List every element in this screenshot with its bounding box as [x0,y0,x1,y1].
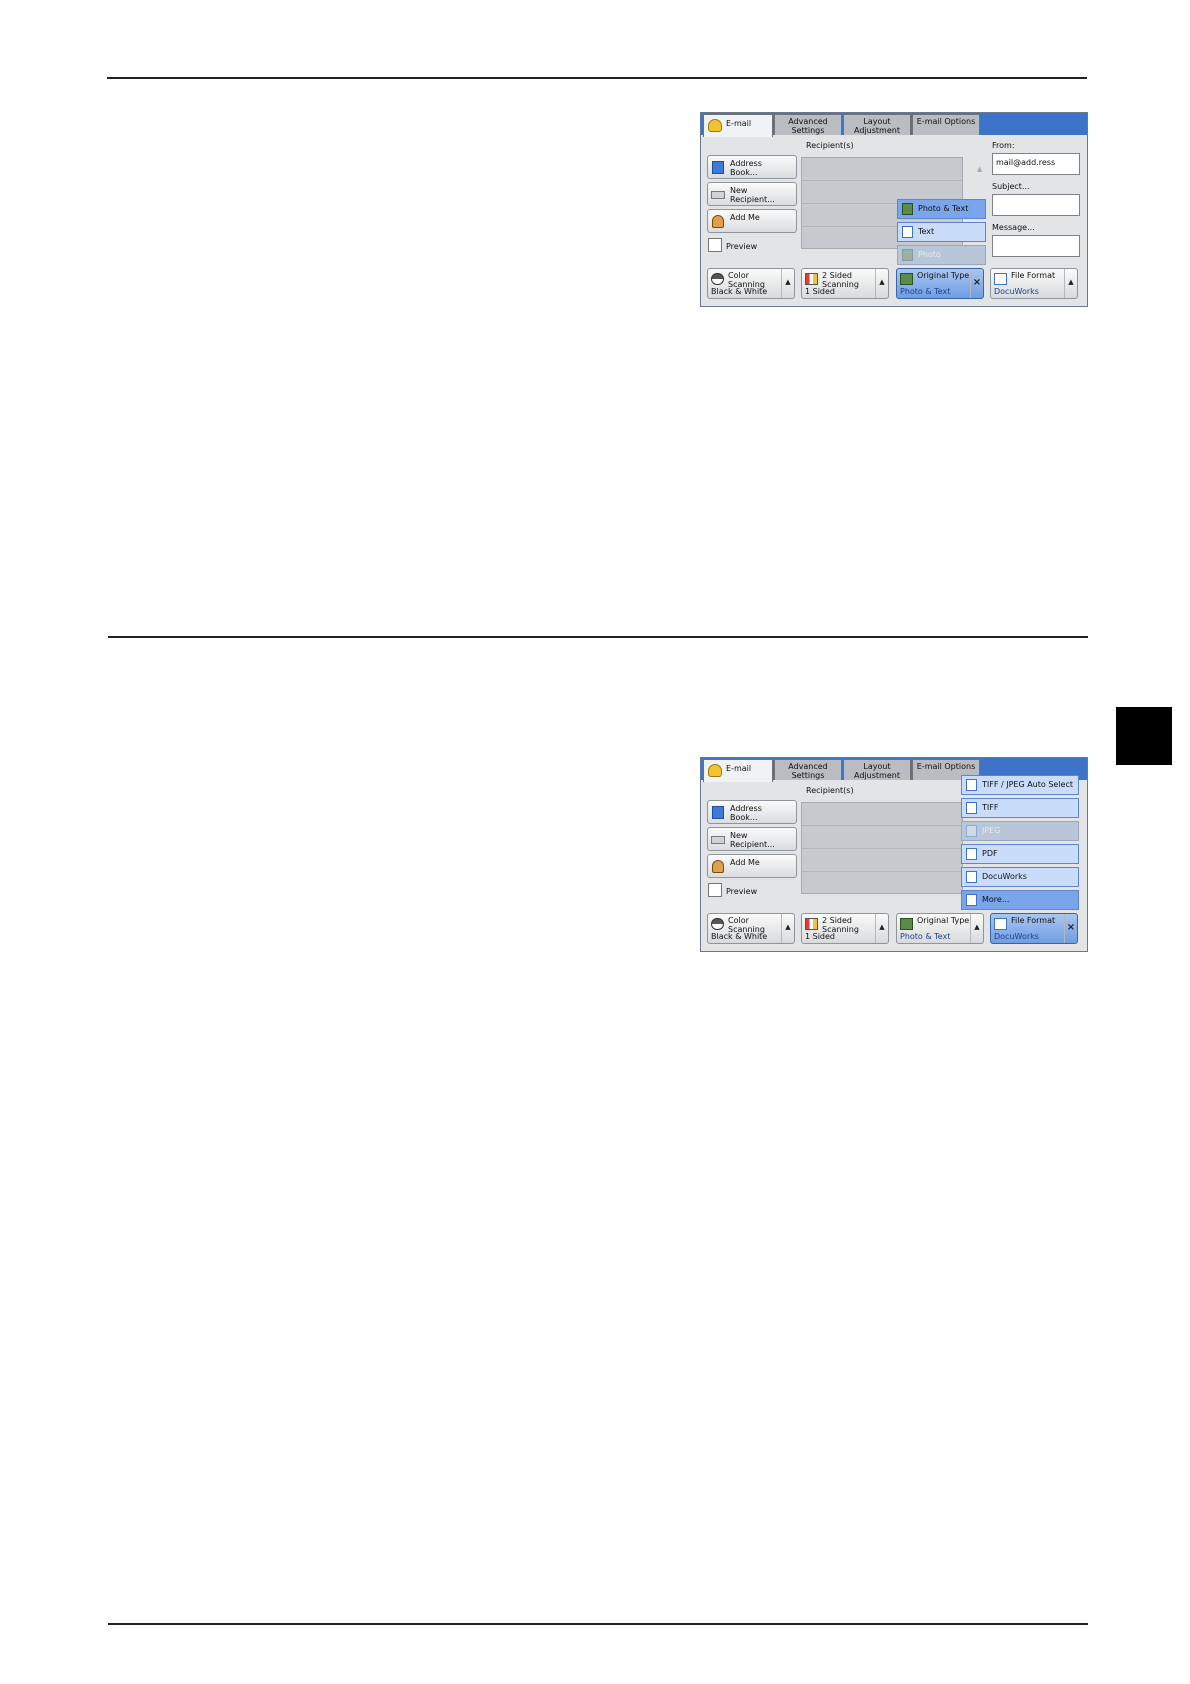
preview-label: Preview [726,242,758,251]
tab-email-options[interactable]: E-mail Options [912,114,980,135]
option-photo-and-text[interactable]: Photo & Text [897,199,986,219]
section-rule [108,636,1088,638]
close-icon[interactable]: × [970,269,983,298]
up-arrow-icon[interactable]: ▲ [875,269,888,298]
tab-email[interactable]: E-mail [703,114,773,137]
recipient-scroll-up-icon[interactable]: ▲ [977,165,982,173]
tab-advanced-settings[interactable]: Advanced Settings [774,759,842,780]
up-arrow-icon[interactable]: ▲ [1064,269,1077,298]
up-arrow-icon[interactable]: ▲ [875,914,888,943]
address-book-button[interactable]: Address Book... [707,800,797,824]
preview-checkbox[interactable] [708,238,722,252]
photo-icon [902,249,913,261]
two-sided-scanning-button[interactable]: 2 Sided Scanning 1 Sided ▲ [801,913,889,944]
text-icon [902,226,913,238]
email-screen-file-format: E-mail Advanced Settings Layout Adjustme… [700,757,1088,952]
from-label: From: [992,141,1015,150]
bottom-rule [108,1623,1088,1625]
keyboard-icon [711,191,725,199]
tab-email[interactable]: E-mail [703,759,773,782]
add-me-button[interactable]: Add Me [707,209,797,233]
original-type-icon [900,918,913,930]
address-book-icon [712,806,724,819]
file-format-button[interactable]: File Format DocuWorks ▲ [990,268,1078,299]
recipients-label: Recipient(s) [806,141,854,150]
original-type-button[interactable]: Original Type Photo & Text ▲ [896,913,984,944]
up-arrow-icon[interactable]: ▲ [781,269,794,298]
option-text[interactable]: Text [897,222,986,242]
person-icon [712,860,724,873]
color-scanning-icon [711,273,724,285]
recipient-list[interactable] [801,802,963,894]
file-format-button[interactable]: File Format DocuWorks × [990,913,1078,944]
color-scanning-button[interactable]: Color Scanning Black & White ▲ [707,913,795,944]
person-icon [712,215,724,228]
option-more[interactable]: More... [961,890,1079,910]
up-arrow-icon[interactable]: ▲ [781,914,794,943]
two-sided-scanning-button[interactable]: 2 Sided Scanning 1 Sided ▲ [801,268,889,299]
tab-advanced-settings[interactable]: Advanced Settings [774,114,842,135]
option-photo: Photo [897,245,986,265]
email-icon [708,119,722,132]
option-docuworks[interactable]: DocuWorks [961,867,1079,887]
new-recipient-button[interactable]: New Recipient... [707,182,797,206]
photo-text-icon [902,203,913,215]
docuworks-icon [966,871,977,883]
subject-label[interactable]: Subject... [992,182,1030,191]
option-tiff[interactable]: TIFF [961,798,1079,818]
color-scanning-button[interactable]: Color Scanning Black & White ▲ [707,268,795,299]
message-field[interactable] [992,235,1080,257]
top-rule [107,77,1087,79]
email-screen-original-type: E-mail Advanced Settings Layout Adjustme… [700,112,1088,307]
close-icon[interactable]: × [1064,914,1077,943]
option-pdf[interactable]: PDF [961,844,1079,864]
from-field[interactable]: mail@add.ress [992,153,1080,175]
tab-layout-adjustment[interactable]: Layout Adjustment [843,759,911,780]
add-me-button[interactable]: Add Me [707,854,797,878]
color-scanning-icon [711,918,724,930]
tiff-icon [966,802,977,814]
jpeg-icon [966,825,977,837]
option-tiff-jpeg-auto-select[interactable]: TIFF / JPEG Auto Select [961,775,1079,795]
two-sided-icon [805,273,818,285]
pdf-icon [966,848,977,860]
preview-checkbox[interactable] [708,883,722,897]
new-recipient-button[interactable]: New Recipient... [707,827,797,851]
up-arrow-icon[interactable]: ▲ [970,914,983,943]
original-type-icon [900,273,913,285]
message-label[interactable]: Message... [992,223,1035,232]
tiff-jpeg-icon [966,779,977,791]
file-format-icon [994,273,1007,285]
original-type-button[interactable]: Original Type Photo & Text × [896,268,984,299]
keyboard-icon [711,836,725,844]
recipients-label: Recipient(s) [806,786,854,795]
address-book-icon [712,161,724,174]
file-format-icon [994,918,1007,930]
chapter-tab [1116,707,1172,765]
address-book-button[interactable]: Address Book... [707,155,797,179]
subject-field[interactable] [992,194,1080,216]
more-icon [966,894,977,906]
two-sided-icon [805,918,818,930]
preview-label: Preview [726,887,758,896]
email-icon [708,764,722,777]
tab-layout-adjustment[interactable]: Layout Adjustment [843,114,911,135]
option-jpeg: JPEG [961,821,1079,841]
